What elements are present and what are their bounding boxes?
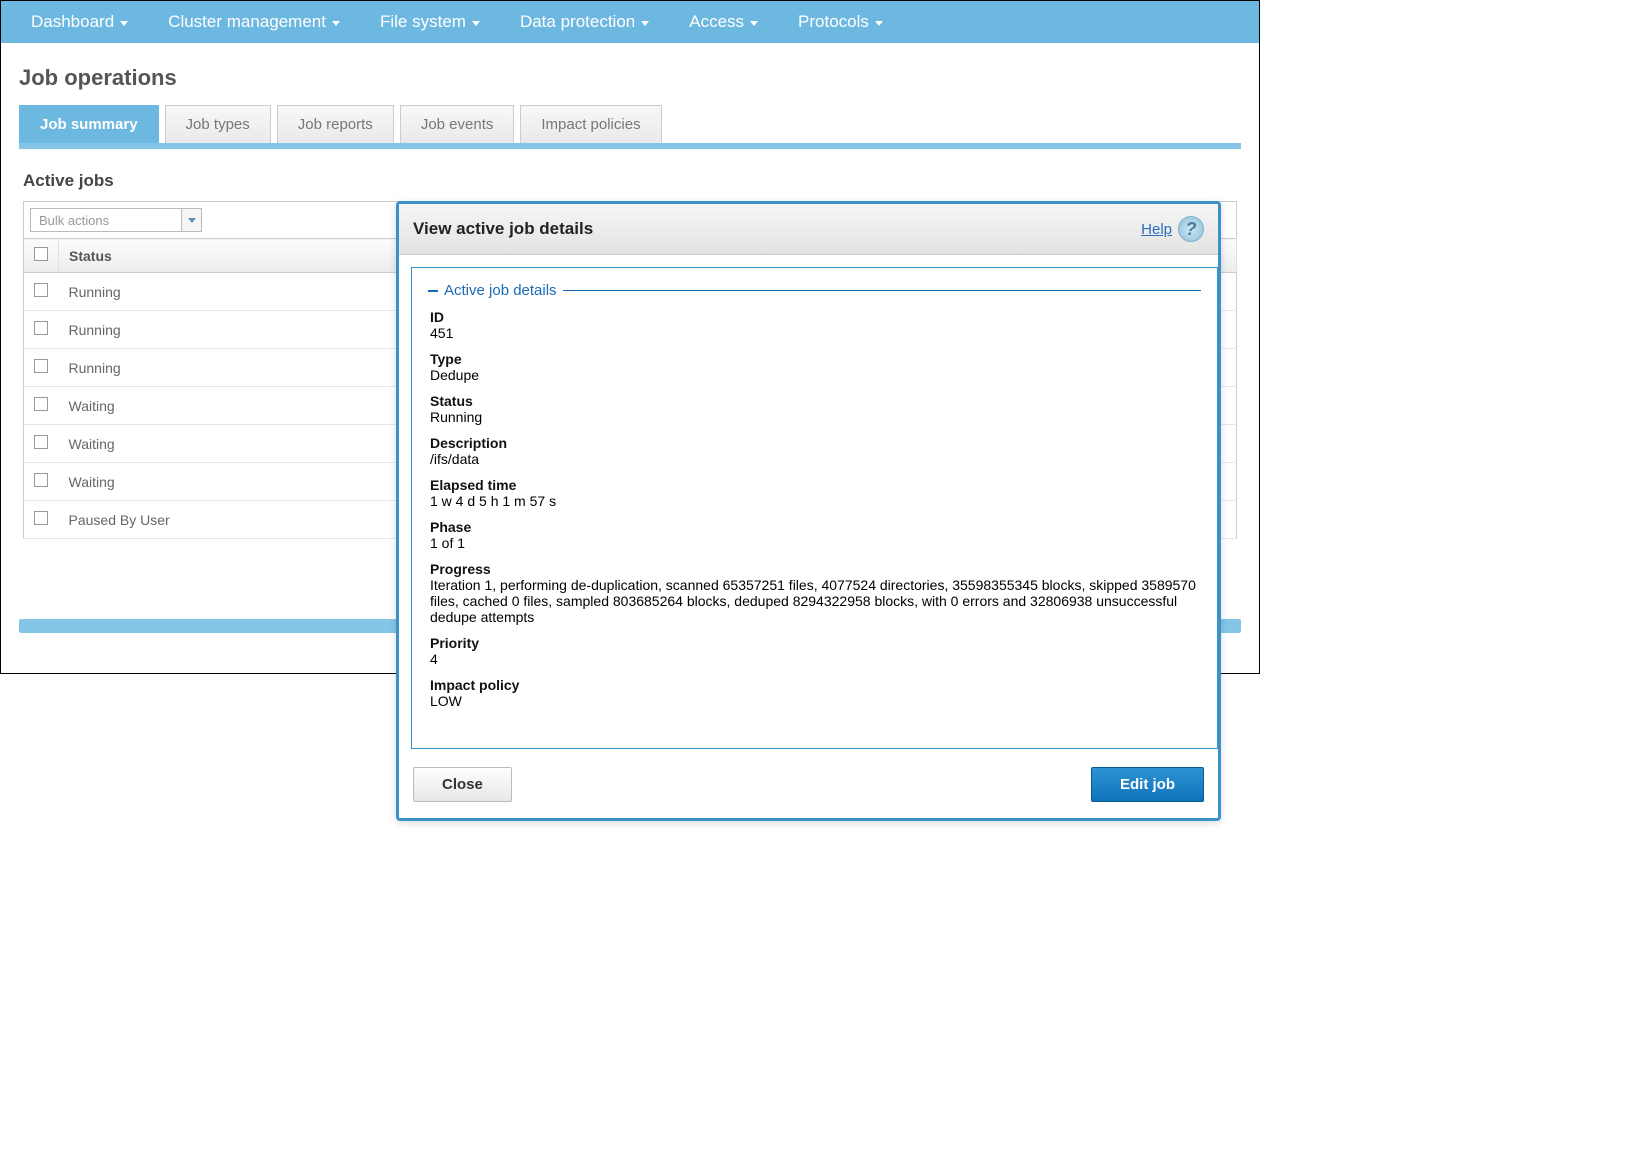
field-value-elapsed: 1 w 4 d 5 h 1 m 57 s (430, 493, 1199, 509)
tab-job-summary[interactable]: Job summary (19, 105, 159, 143)
nav-label: Data protection (520, 12, 635, 32)
bulk-actions-label: Bulk actions (31, 211, 181, 230)
field-label-priority: Priority (430, 635, 1199, 651)
tab-job-types[interactable]: Job types (165, 105, 271, 143)
help-link[interactable]: Help (1141, 221, 1172, 238)
row-checkbox[interactable] (34, 321, 48, 335)
checkbox-icon[interactable] (34, 247, 48, 261)
caret-down-icon (472, 21, 480, 26)
caret-down-icon (332, 21, 340, 26)
field-label-status: Status (430, 393, 1199, 409)
section-title: Active jobs (1, 149, 1259, 201)
field-value-priority: 4 (430, 651, 1199, 667)
collapse-icon[interactable] (428, 290, 438, 292)
field-label-type: Type (430, 351, 1199, 367)
caret-down-icon (120, 21, 128, 26)
help-icon[interactable]: ? (1178, 216, 1204, 242)
nav-dashboard[interactable]: Dashboard (11, 2, 148, 42)
field-label-progress: Progress (430, 561, 1199, 577)
top-nav: Dashboard Cluster management File system… (1, 1, 1259, 43)
bulk-actions-dropdown[interactable]: Bulk actions (30, 208, 202, 232)
field-value-id: 451 (430, 325, 1199, 341)
row-checkbox[interactable] (34, 473, 48, 487)
field-value-progress: Iteration 1, performing de-duplication, … (430, 577, 1199, 625)
row-checkbox[interactable] (34, 511, 48, 525)
dialog-help: Help ? (1141, 216, 1204, 242)
nav-data-protection[interactable]: Data protection (500, 2, 669, 42)
nav-cluster-management[interactable]: Cluster management (148, 2, 360, 42)
field-label-elapsed: Elapsed time (430, 477, 1199, 493)
tab-job-events[interactable]: Job events (400, 105, 515, 143)
fieldset-title: Active job details (444, 282, 557, 299)
nav-label: File system (380, 12, 466, 32)
row-checkbox[interactable] (34, 397, 48, 411)
dialog-body: Active job details ID451 TypeDedupe Stat… (399, 255, 1218, 755)
field-value-status: Running (430, 409, 1199, 425)
dialog-scroll-area[interactable]: Active job details ID451 TypeDedupe Stat… (411, 267, 1218, 749)
fieldset-legend[interactable]: Active job details (428, 282, 1201, 299)
nav-label: Cluster management (168, 12, 326, 32)
legend-line (563, 290, 1201, 291)
edit-job-button[interactable]: Edit job (1091, 767, 1204, 802)
caret-down-icon (750, 21, 758, 26)
dialog-footer: Close Edit job (399, 755, 1218, 818)
chevron-down-icon (188, 218, 196, 223)
field-value-description: /ifs/data (430, 451, 1199, 467)
field-value-phase: 1 of 1 (430, 535, 1199, 551)
row-checkbox[interactable] (34, 359, 48, 373)
dropdown-toggle-button[interactable] (181, 209, 201, 231)
field-label-impact: Impact policy (430, 677, 1199, 693)
field-label-description: Description (430, 435, 1199, 451)
field-label-id: ID (430, 309, 1199, 325)
view-active-job-details-dialog: View active job details Help ? Active jo… (396, 201, 1221, 821)
nav-file-system[interactable]: File system (360, 2, 500, 42)
select-all-header[interactable] (24, 239, 59, 273)
active-jobs-table-wrap: Bulk actions Status ID Type Running 426 … (1, 201, 1259, 569)
row-checkbox[interactable] (34, 283, 48, 297)
tab-impact-policies[interactable]: Impact policies (520, 105, 661, 143)
caret-down-icon (875, 21, 883, 26)
row-checkbox[interactable] (34, 435, 48, 449)
field-value-type: Dedupe (430, 367, 1199, 383)
nav-protocols[interactable]: Protocols (778, 2, 903, 42)
close-button[interactable]: Close (413, 767, 512, 802)
caret-down-icon (641, 21, 649, 26)
tab-job-reports[interactable]: Job reports (277, 105, 394, 143)
nav-label: Dashboard (31, 12, 114, 32)
nav-access[interactable]: Access (669, 2, 778, 42)
nav-label: Access (689, 12, 744, 32)
page-title: Job operations (1, 43, 1259, 105)
dialog-header: View active job details Help ? (399, 204, 1218, 255)
field-value-impact: LOW (430, 693, 1199, 709)
nav-label: Protocols (798, 12, 869, 32)
dialog-title: View active job details (413, 219, 593, 239)
tabs: Job summary Job types Job reports Job ev… (19, 105, 1241, 149)
field-label-phase: Phase (430, 519, 1199, 535)
